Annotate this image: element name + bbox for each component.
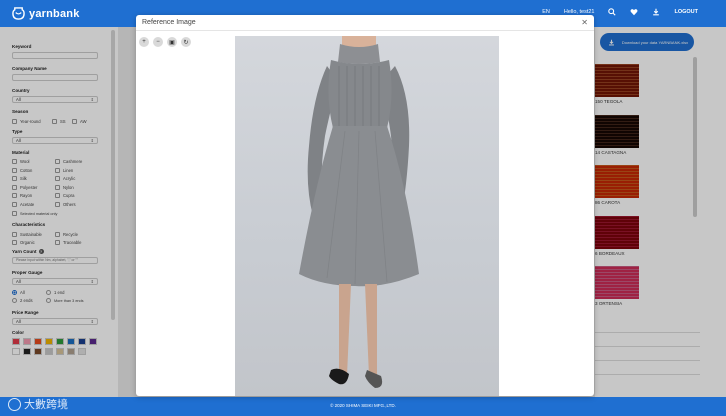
modal-title: Reference Image: [142, 19, 196, 26]
yarnbank-logo-icon: [12, 7, 25, 20]
close-icon[interactable]: ✕: [581, 18, 588, 27]
heart-icon[interactable]: [630, 8, 638, 16]
logout-link[interactable]: LOGOUT: [674, 9, 698, 15]
zoom-out-icon[interactable]: −: [153, 37, 163, 47]
reference-image-modal: Reference Image ✕ + − ▣ ↻: [136, 15, 594, 396]
fit-screen-icon[interactable]: ▣: [167, 37, 177, 47]
modal-header: Reference Image ✕: [136, 15, 594, 31]
footer: © 2020 SHIMA SEIKI MFG.,LTD.: [0, 397, 726, 416]
download-icon[interactable]: [652, 8, 660, 16]
image-toolbar: + − ▣ ↻: [139, 37, 191, 47]
zoom-in-icon[interactable]: +: [139, 37, 149, 47]
brand-name: yarnbank: [29, 7, 80, 20]
search-icon[interactable]: [608, 8, 617, 16]
reference-photo: [235, 36, 499, 396]
dress-photo-illustration: [299, 36, 419, 388]
brand-logo[interactable]: yarnbank: [12, 5, 80, 22]
watermark: 大數跨境: [8, 396, 68, 412]
watermark-logo-icon: [8, 397, 21, 411]
rotate-icon[interactable]: ↻: [181, 37, 191, 47]
copyright-text: © 2020 SHIMA SEIKI MFG.,LTD.: [330, 403, 396, 408]
